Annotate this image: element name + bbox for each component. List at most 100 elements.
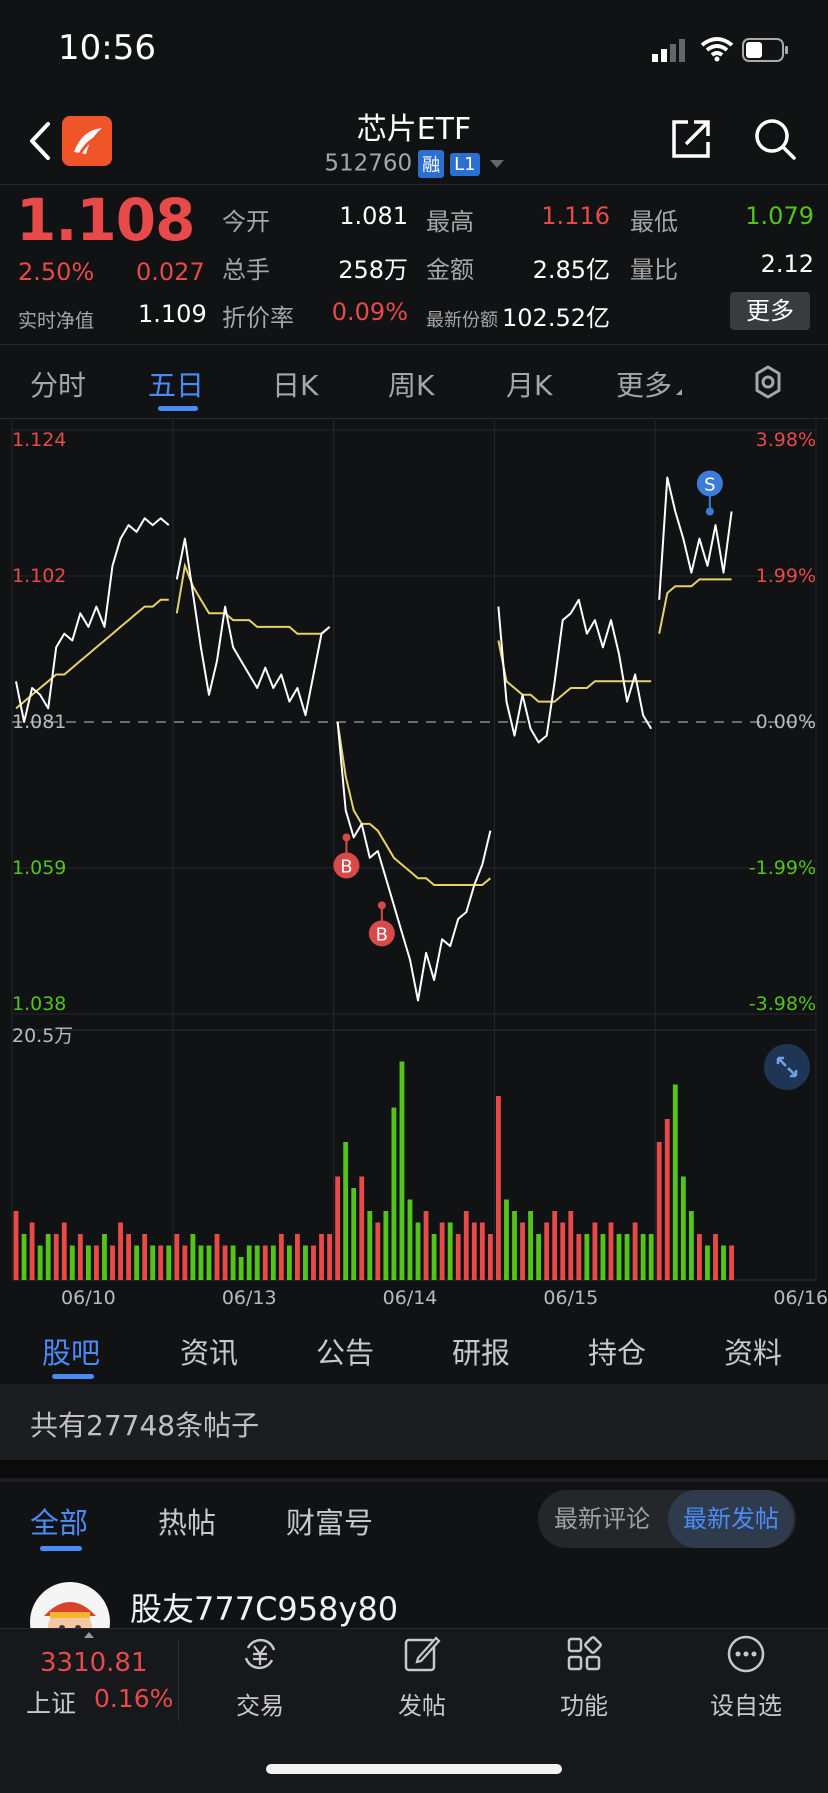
- tab-five-day[interactable]: 五日: [148, 364, 204, 404]
- volume-bar: [150, 1245, 156, 1280]
- volume-bar: [238, 1257, 244, 1280]
- expand-up-icon[interactable]: [84, 1632, 94, 1638]
- post-username[interactable]: 股友777C958y80: [130, 1584, 398, 1630]
- five-day-chart[interactable]: 1.124 1.102 1.081 1.059 1.038 3.98% 1.99% 0.00%…: [0, 418, 828, 1318]
- cellular-signal-icon: [652, 39, 685, 62]
- volume-bar: [182, 1245, 188, 1280]
- nav-add-watchlist[interactable]: 设自选: [686, 1634, 806, 1721]
- tab-announcements[interactable]: 公告: [316, 1330, 374, 1372]
- volume-bar: [407, 1199, 413, 1280]
- volume-bar: [351, 1188, 357, 1280]
- volume-bar: [455, 1234, 461, 1280]
- tab-guba[interactable]: 股吧: [42, 1330, 100, 1372]
- subtab-all[interactable]: 全部: [30, 1500, 88, 1542]
- chevron-down-icon[interactable]: [489, 160, 504, 168]
- tab-more-label: 更多: [616, 369, 673, 402]
- volume-bar: [230, 1245, 236, 1280]
- nav-trade[interactable]: 交易: [200, 1634, 320, 1721]
- volume-bar: [303, 1245, 308, 1280]
- volume-bar: [174, 1234, 180, 1280]
- y-axis-label-right: 0.00%: [756, 711, 816, 733]
- nav-compose-label: 发帖: [398, 1692, 446, 1720]
- tab-daily-k[interactable]: 日K: [272, 364, 318, 404]
- tab-monthly-k[interactable]: 月K: [506, 364, 552, 404]
- share-icon[interactable]: [668, 116, 714, 162]
- divider: [0, 344, 828, 345]
- volume-bar: [375, 1222, 381, 1280]
- divider: [0, 184, 828, 185]
- margin-tag: 融: [418, 150, 445, 178]
- volume-bar: [656, 1142, 662, 1280]
- subtab-hot[interactable]: 热帖: [158, 1500, 216, 1542]
- volume-bar: [311, 1245, 316, 1280]
- volume-bar: [335, 1176, 341, 1280]
- volume-bar: [439, 1222, 445, 1280]
- volume-bar: [270, 1245, 276, 1280]
- volume-bar: [61, 1222, 67, 1280]
- volume-bar: [134, 1245, 140, 1280]
- sort-latest-comment[interactable]: 最新评论: [538, 1490, 666, 1548]
- nav-apps[interactable]: 功能: [524, 1634, 644, 1721]
- volume-bar: [423, 1211, 429, 1280]
- high-value: 1.116: [541, 202, 610, 230]
- volume-bar: [729, 1245, 734, 1280]
- volume-bar: [648, 1234, 654, 1280]
- volume-bar: [278, 1234, 284, 1280]
- nav-trade-label: 交易: [236, 1692, 284, 1720]
- open-label: 今开: [222, 208, 270, 236]
- avg-price-line: [658, 578, 732, 634]
- tab-profile[interactable]: 资料: [724, 1330, 782, 1372]
- x-axis-label: 06/15: [543, 1287, 598, 1309]
- volume-bar: [391, 1107, 397, 1280]
- volume-bar: [158, 1245, 164, 1280]
- index-value[interactable]: 3310.81: [40, 1648, 148, 1678]
- tab-intraday[interactable]: 分时: [30, 364, 86, 404]
- volume-bar: [512, 1211, 517, 1280]
- more-icon: [727, 1635, 765, 1673]
- more-quote-button[interactable]: 更多: [730, 292, 810, 330]
- avg-price-line: [336, 721, 492, 886]
- apps-icon: [567, 1636, 602, 1671]
- x-axis-label: 06/10: [61, 1287, 116, 1309]
- volume-bar: [94, 1245, 99, 1280]
- volume-bar: [592, 1222, 598, 1280]
- tab-news[interactable]: 资讯: [180, 1330, 238, 1372]
- volume-bar: [327, 1234, 332, 1280]
- tab-more[interactable]: 更多: [616, 364, 683, 404]
- change-value: 0.027: [136, 258, 205, 286]
- nav-compose[interactable]: 发帖: [362, 1634, 482, 1721]
- volume-bar: [77, 1234, 83, 1280]
- volume-bar: [222, 1245, 228, 1280]
- expand-chart-button[interactable]: [764, 1044, 810, 1090]
- shares-label: 最新份额: [426, 310, 498, 331]
- volume-bar: [697, 1234, 702, 1280]
- volume-bar: [463, 1211, 469, 1280]
- marker-dot: [342, 833, 351, 842]
- volume-bar: [713, 1234, 718, 1280]
- search-icon[interactable]: [752, 116, 798, 162]
- price-line: [15, 517, 170, 723]
- volume-bar: [359, 1176, 365, 1280]
- volume-bar: [680, 1176, 686, 1280]
- nav-apps-label: 功能: [560, 1692, 608, 1720]
- volume-bar: [528, 1211, 533, 1280]
- volume-bar: [560, 1222, 566, 1280]
- tab-holdings[interactable]: 持仓: [588, 1330, 646, 1372]
- tab-weekly-k[interactable]: 周K: [388, 364, 434, 404]
- gear-icon[interactable]: [750, 364, 786, 400]
- volume-bar: [142, 1234, 148, 1280]
- level-tag: L1: [450, 152, 480, 176]
- sort-latest-post[interactable]: 最新发帖: [668, 1490, 794, 1548]
- post-count: 共有27748条帖子: [30, 1409, 260, 1442]
- volume-bar: [447, 1222, 453, 1280]
- low-value: 1.079: [745, 202, 814, 230]
- volume-bar: [608, 1222, 614, 1280]
- active-tab-indicator: [158, 406, 198, 411]
- volume-bar: [367, 1211, 373, 1280]
- volume-ratio-label: 量比: [630, 256, 678, 284]
- volume-bar: [383, 1211, 389, 1280]
- amount-value: 2.85亿: [532, 256, 610, 284]
- volume-bar: [487, 1234, 493, 1280]
- tab-research[interactable]: 研报: [452, 1330, 510, 1372]
- subtab-fortune[interactable]: 财富号: [286, 1500, 373, 1542]
